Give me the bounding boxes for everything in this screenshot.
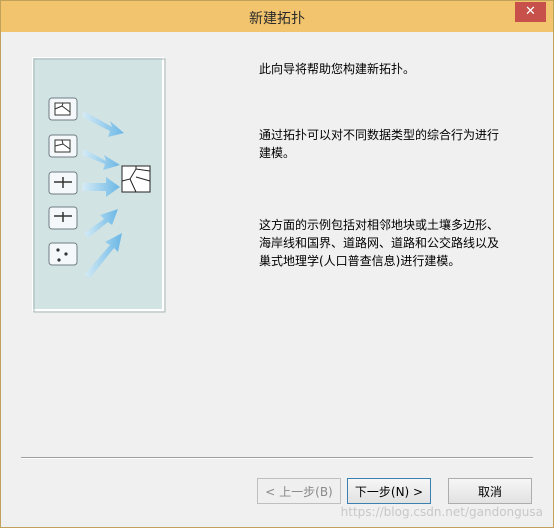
- line-icon: [48, 171, 78, 195]
- title-bar[interactable]: 新建拓扑 ✕: [1, 1, 553, 32]
- divider: [21, 457, 533, 459]
- polygon-icon: [48, 97, 78, 121]
- cancel-button[interactable]: 取消: [448, 478, 532, 504]
- dialog-window: 新建拓扑 ✕ 此向导将帮助您构建新拓扑。 通过拓扑可以对不同数据类型的综合行为进…: [0, 0, 554, 528]
- close-button[interactable]: ✕: [515, 2, 546, 22]
- topology-icon: [121, 165, 151, 193]
- next-button[interactable]: 下一步(N) >: [347, 478, 431, 504]
- window-title: 新建拓扑: [249, 11, 305, 27]
- topology-illustration: [32, 57, 166, 313]
- point-icon: [48, 242, 78, 266]
- line-icon: [48, 206, 78, 230]
- intro-text-1: 此向导将帮助您构建新拓扑。: [259, 62, 416, 76]
- watermark: https://blog.csdn.net/gandongusa: [340, 505, 543, 519]
- intro-text-2: 通过拓扑可以对不同数据类型的综合行为进行建模。: [259, 128, 500, 160]
- polygon-icon: [48, 134, 78, 158]
- intro-text-3: 这方面的示例包括对相邻地块或土壤多边形、海岸线和国界、道路网、道路和公交路线以及…: [259, 218, 500, 268]
- back-button[interactable]: < 上一步(B): [257, 478, 341, 504]
- wizard-content: 此向导将帮助您构建新拓扑。 通过拓扑可以对不同数据类型的综合行为进行建模。 这方…: [8, 32, 546, 519]
- close-icon: ✕: [525, 4, 536, 19]
